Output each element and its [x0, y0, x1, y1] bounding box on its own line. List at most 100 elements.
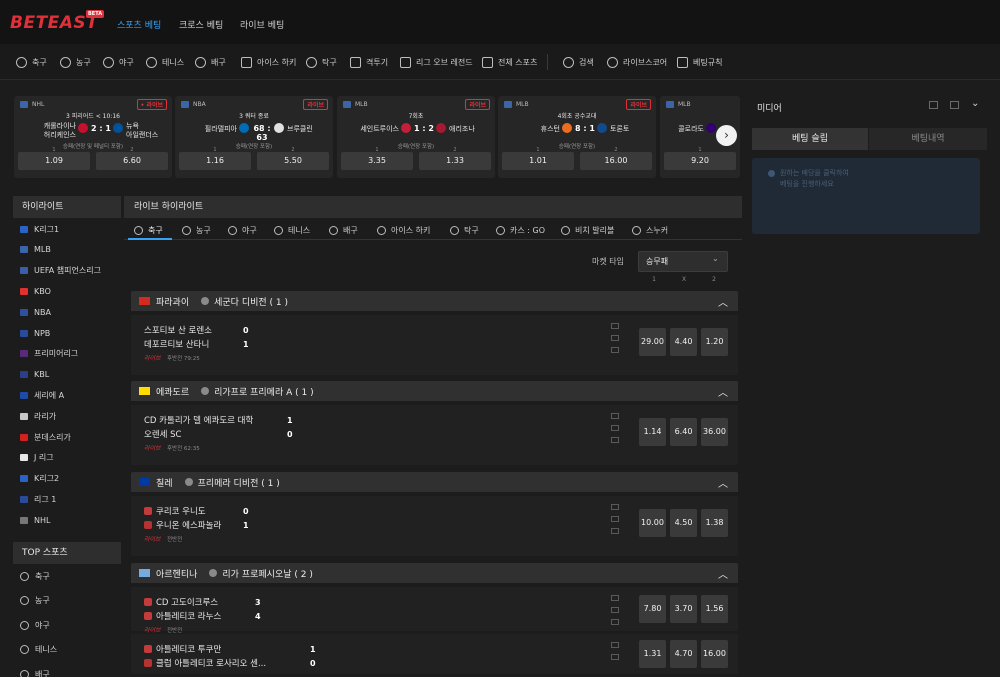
live-tab[interactable]: 비치 발리볼	[561, 220, 614, 240]
stats-icon[interactable]	[611, 413, 619, 419]
stats-icon[interactable]	[611, 595, 619, 601]
sport-table-tennis[interactable]: 탁구	[306, 44, 337, 80]
sidebar-highlight-item[interactable]: K리그1	[20, 222, 120, 236]
sidebar-highlight-item[interactable]: 분데스리가	[20, 430, 120, 444]
match-row[interactable]: CD 카톨리가 델 에콰도르 대학 오렌세 SC 1 0 라이브 후반전 62:35 1.1…	[131, 405, 738, 465]
scoreboard-icon[interactable]	[611, 335, 619, 341]
carousel-next-button[interactable]: ›	[716, 125, 737, 146]
chevron-down-icon[interactable]: ⌄	[971, 98, 979, 109]
odd-button[interactable]: 4.40	[670, 328, 697, 356]
sport-baseball[interactable]: 야구	[103, 44, 134, 80]
sport-tennis[interactable]: 테니스	[146, 44, 184, 80]
sidebar-highlight-item[interactable]: 라리가	[20, 409, 120, 423]
odd-button[interactable]: 1.31	[639, 640, 666, 668]
odd-button[interactable]: 4.50	[670, 509, 697, 537]
sidebar-highlight-item[interactable]: 세리에 A	[20, 388, 120, 402]
sidebar-highlight-item[interactable]: UEFA 챔피언스리그	[20, 264, 120, 278]
tab-bet-history[interactable]: 베팅내역	[869, 128, 987, 150]
live-tab[interactable]: 농구	[182, 220, 211, 240]
live-tab[interactable]: 탁구	[450, 220, 479, 240]
tv-icon[interactable]	[611, 619, 619, 625]
sidebar-highlight-item[interactable]: KBO	[20, 284, 120, 298]
scoreboard-icon[interactable]	[611, 654, 619, 660]
nav-sports-betting[interactable]: 스포츠 베팅	[117, 18, 161, 31]
odd-button[interactable]: 4.70	[670, 640, 697, 668]
odd-button[interactable]: 36.00	[701, 418, 728, 446]
sidebar-highlight-item[interactable]: 프리미어리그	[20, 347, 120, 361]
league-header[interactable]: 칠레 프리메라 디비전 ( 1 ) ︿	[131, 472, 738, 492]
odd-button[interactable]: 1.09	[18, 152, 90, 170]
scoreboard-icon[interactable]	[611, 516, 619, 522]
odd-button[interactable]: 29.00	[639, 328, 666, 356]
league-header[interactable]: 에콰도르 리가프로 프리메라 A ( 1 ) ︿	[131, 381, 738, 401]
video-icon[interactable]	[929, 101, 938, 109]
sidebar-highlight-item[interactable]: 리그 1	[20, 492, 120, 506]
odd-button[interactable]: 1.14	[639, 418, 666, 446]
live-match-card[interactable]: MLB 라이브 7회초 세인트루이스 1 : 2 애리조나 승패(연장 포함) 1 3.35 2 1…	[337, 96, 495, 178]
odd-button[interactable]: 16.00	[580, 152, 652, 170]
sidebar-highlight-item[interactable]: NBA	[20, 305, 120, 319]
sport-soccer[interactable]: 축구	[16, 44, 47, 80]
match-row[interactable]: 아틀레티코 투쿠만 클럽 아틀레티코 로사리오 센... 1 0 1.31 4.70 16.…	[131, 634, 738, 674]
nav-live-betting[interactable]: 라이브 베팅	[240, 18, 284, 31]
stats-icon[interactable]	[611, 504, 619, 510]
odd-button[interactable]: 7.80	[639, 595, 666, 623]
odd-button[interactable]: 6.60	[96, 152, 168, 170]
live-tab[interactable]: 배구	[329, 220, 358, 240]
tv-icon[interactable]	[611, 437, 619, 443]
odd-button[interactable]: 16.00	[701, 640, 728, 668]
odd-button[interactable]: 9.20	[664, 152, 736, 170]
odd-button[interactable]: 1.20	[701, 328, 728, 356]
league-header[interactable]: 아르헨티나 리가 프로페시오날 ( 2 ) ︿	[131, 563, 738, 583]
sidebar-top-sport-item[interactable]: 야구	[20, 618, 120, 632]
match-row[interactable]: 쿠리코 우니도 우니온 에스파놀라 0 1 라이브 전반전 10.00 4.50 1.38	[131, 496, 738, 556]
sidebar-top-sport-item[interactable]: 배구	[20, 667, 120, 677]
stats-icon[interactable]	[611, 642, 619, 648]
collapse-chevron-icon[interactable]: ︿	[718, 475, 728, 490]
odd-button[interactable]: 5.50	[257, 152, 329, 170]
odd-button[interactable]: 1.38	[701, 509, 728, 537]
nav-cross-betting[interactable]: 크로스 베팅	[179, 18, 223, 31]
sport-martial-arts[interactable]: 격투기	[350, 44, 388, 80]
sidebar-highlight-item[interactable]: NPB	[20, 326, 120, 340]
sidebar-highlight-item[interactable]: J 리그	[20, 451, 120, 465]
sidebar-top-sport-item[interactable]: 농구	[20, 594, 120, 608]
sport-lol[interactable]: 리그 오브 레전드	[400, 44, 473, 80]
sport-basketball[interactable]: 농구	[60, 44, 91, 80]
scoreboard-icon[interactable]	[611, 425, 619, 431]
tv-icon[interactable]	[611, 528, 619, 534]
sidebar-highlight-item[interactable]: NHL	[20, 513, 120, 527]
live-match-card[interactable]: NBA 라이브 3 쿼터 종료 필라델피아 68 : 63 브루클린 승패(연장 포함) 1 1…	[175, 96, 333, 178]
sport-volleyball[interactable]: 배구	[195, 44, 226, 80]
tab-bet-slip[interactable]: 베팅 슬립	[752, 128, 868, 150]
live-tab[interactable]: 아이스 하키	[377, 220, 430, 240]
odd-button[interactable]: 3.35	[341, 152, 413, 170]
livescore-button[interactable]: 라이브스코어	[607, 44, 667, 80]
sport-ice-hockey[interactable]: 아이스 하키	[241, 44, 296, 80]
odd-button[interactable]: 1.33	[419, 152, 491, 170]
live-match-card[interactable]: NHL • 라이브 3 피리어드 < 10:16 캐롤라이나 허리케인스 2 : 1 뉴욕 아…	[14, 96, 172, 178]
live-tab[interactable]: 테니스	[274, 220, 310, 240]
collapse-chevron-icon[interactable]: ︿	[718, 294, 728, 309]
sidebar-top-sport-item[interactable]: 테니스	[20, 643, 120, 657]
odd-button[interactable]: 1.56	[701, 595, 728, 623]
betting-rules-button[interactable]: 베팅규칙	[677, 44, 722, 80]
sidebar-highlight-item[interactable]: MLB	[20, 243, 120, 257]
match-row[interactable]: CD 고도이크루스 아틀레티코 라누스 3 4 라이브 전반전 7.80 3.70 1.56	[131, 587, 738, 634]
search-button[interactable]: 검색	[563, 44, 594, 80]
sidebar-highlight-item[interactable]: K리그2	[20, 472, 120, 486]
layout-icon[interactable]	[950, 101, 959, 109]
sidebar-highlight-item[interactable]: KBL	[20, 368, 120, 382]
odd-button[interactable]: 3.70	[670, 595, 697, 623]
odd-button[interactable]: 1.01	[502, 152, 574, 170]
sidebar-top-sport-item[interactable]: 축구	[20, 569, 120, 583]
match-row[interactable]: 스포티보 산 로렌소 데포르티보 산타니 0 1 라이브 후반전 79:25 29.00 4.…	[131, 315, 738, 375]
odd-button[interactable]: 1.16	[179, 152, 251, 170]
odd-button[interactable]: 6.40	[670, 418, 697, 446]
sport-all[interactable]: 전체 스포츠	[482, 44, 537, 80]
live-tab[interactable]: 스누커	[632, 220, 668, 240]
collapse-chevron-icon[interactable]: ︿	[718, 384, 728, 399]
live-tab[interactable]: 야구	[228, 220, 257, 240]
league-header[interactable]: 파라과이 세군다 디비전 ( 1 ) ︿	[131, 291, 738, 311]
collapse-chevron-icon[interactable]: ︿	[718, 566, 728, 581]
